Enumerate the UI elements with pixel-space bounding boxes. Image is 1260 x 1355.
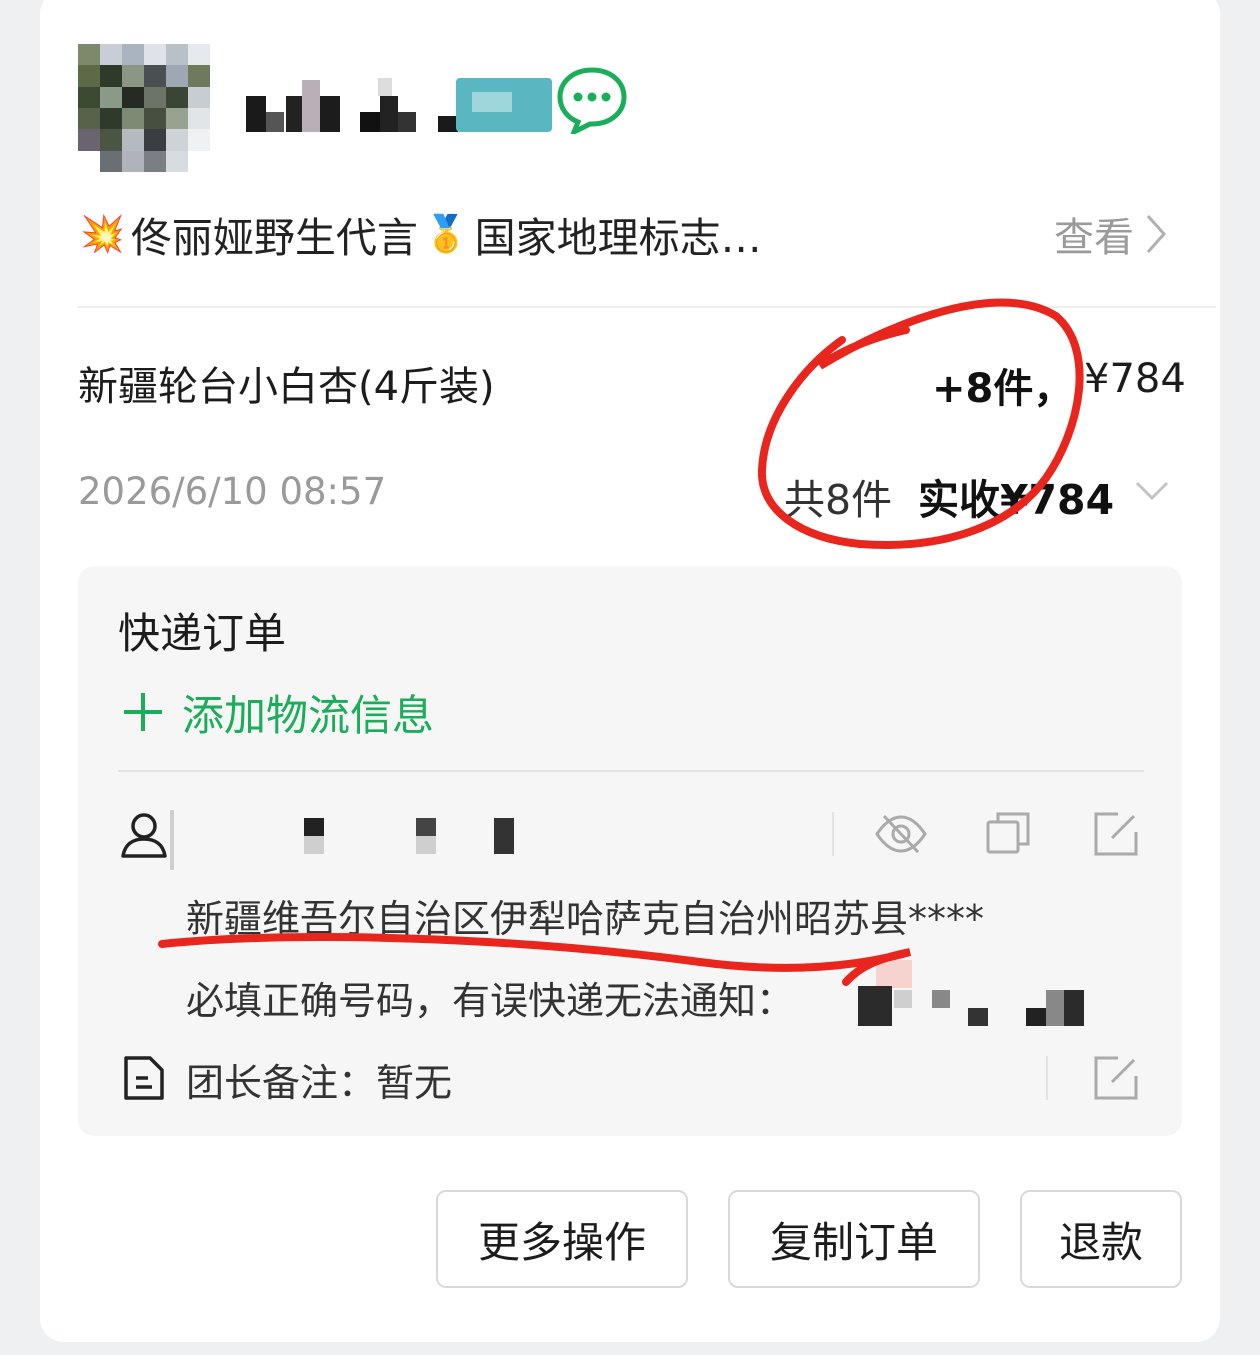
item-price: ¥784	[1084, 356, 1186, 402]
product-name: 新疆轮台小白杏(4斤装)	[78, 364, 495, 410]
phone-number-redacted	[854, 960, 1094, 1030]
separator	[832, 812, 834, 856]
copy-icon[interactable]	[984, 810, 1032, 856]
eye-hidden-icon[interactable]	[874, 812, 928, 856]
quantity-added: +8件，	[932, 366, 1074, 412]
product-slogan: 💥 佟丽娅野生代言 🥇 国家地理标志…	[80, 204, 762, 264]
separator	[1046, 1056, 1048, 1100]
add-logistics-label: 添加物流信息	[182, 690, 435, 740]
shipping-address: 新疆维吾尔自治区伊犁哈萨克自治州昭苏县****	[186, 897, 985, 941]
recipient-name-redacted	[170, 810, 530, 870]
delivery-title: 快递订单	[118, 609, 287, 658]
refund-button[interactable]: 退款	[1020, 1190, 1182, 1288]
order-time: 2026/6/10 08:57	[78, 470, 387, 513]
add-logistics-button[interactable]: 添加物流信息	[118, 684, 434, 740]
divider	[78, 306, 1216, 308]
copy-order-button[interactable]: 复制订单	[728, 1190, 980, 1288]
slogan-text-2: 国家地理标志…	[474, 214, 762, 262]
view-label: 查看	[1054, 215, 1134, 261]
explosion-icon: 💥	[80, 214, 125, 255]
chat-icon[interactable]	[556, 66, 628, 134]
chevron-right-icon	[1146, 215, 1167, 253]
note-value: 暂无	[376, 1061, 453, 1105]
edit-icon[interactable]	[1092, 810, 1140, 858]
chevron-down-icon[interactable]	[1134, 478, 1170, 504]
total-paid: 实收¥784	[918, 476, 1115, 524]
phone-hint: 必填正确号码，有误快递无法通知：	[186, 979, 795, 1023]
slogan-text-1: 佟丽娅野生代言	[130, 214, 418, 262]
total-count: 共8件	[784, 476, 893, 524]
note-icon	[124, 1056, 164, 1100]
note-label: 团长备注：	[186, 1061, 377, 1105]
avatar[interactable]	[78, 44, 210, 172]
view-link[interactable]: 查看	[1054, 204, 1168, 264]
edit-icon[interactable]	[1092, 1054, 1140, 1102]
more-actions-button[interactable]: 更多操作	[436, 1190, 688, 1288]
plus-icon	[124, 693, 162, 731]
person-icon	[121, 813, 167, 858]
user-nickname	[246, 76, 556, 134]
leader-note: 团长备注：暂无	[186, 1052, 452, 1107]
medal-icon: 🥇	[423, 214, 469, 255]
divider	[118, 770, 1144, 772]
